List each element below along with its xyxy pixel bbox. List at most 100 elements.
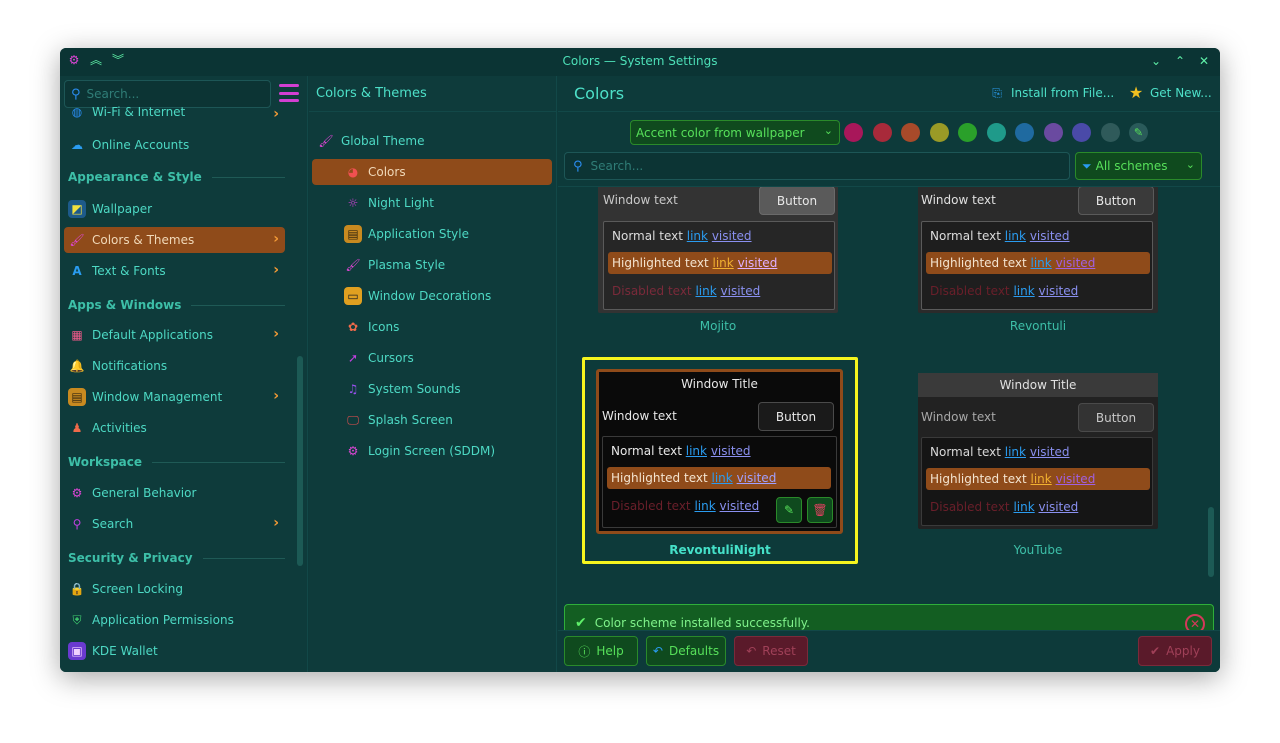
close-icon[interactable]: ✕	[1196, 53, 1212, 69]
edit-scheme-icon[interactable]: ✎	[776, 497, 802, 523]
accent-color-swatch[interactable]	[1015, 123, 1034, 142]
category-item-plasma-style[interactable]: 🖌 Plasma Style	[312, 252, 552, 278]
defaults-button[interactable]: ↶ Defaults	[646, 636, 726, 666]
sidebar-item-colors-themes[interactable]: 🖌 Colors & Themes ›	[64, 227, 285, 253]
maximize-icon[interactable]: ⌃	[1172, 53, 1188, 69]
install-from-file-label: Install from File...	[1011, 86, 1115, 100]
sidebar-item-label: Application Permissions	[92, 613, 234, 627]
hamburger-menu-icon[interactable]	[279, 84, 299, 102]
accent-row: Accent color from wallpaper ⌄ ✎	[558, 112, 1220, 148]
font-icon: A	[72, 264, 82, 278]
delete-scheme-icon[interactable]: 🗑	[807, 497, 833, 523]
music-note-icon: ♫	[347, 382, 359, 396]
category-item-colors[interactable]: ◕ Colors	[312, 159, 552, 185]
chevron-right-icon: ›	[273, 106, 279, 122]
accent-color-swatch[interactable]	[901, 123, 920, 142]
sidebar-item-label: General Behavior	[92, 486, 197, 500]
activities-icon: ♟	[71, 421, 83, 435]
scheme-card-youtube[interactable]: Window Title Window text Button Normal t…	[918, 373, 1158, 563]
get-new-button[interactable]: ★ Get New...	[1127, 84, 1212, 102]
minimize-icon[interactable]: ⌄	[1148, 53, 1164, 69]
sidebar-item-activities[interactable]: ♟ Activities	[64, 415, 285, 441]
sidebar-item-search[interactable]: ⚲ Search ›	[64, 511, 285, 537]
accent-color-swatch[interactable]	[929, 123, 949, 142]
reset-button[interactable]: ↶ Reset	[734, 636, 808, 666]
accent-color-swatch[interactable]	[1072, 123, 1091, 142]
preview-button: Button	[758, 402, 834, 431]
install-from-file-button[interactable]: ⎘ Install from File...	[988, 84, 1114, 102]
category-item-system-sounds[interactable]: ♫ System Sounds	[312, 376, 552, 402]
success-notice-text: Color scheme installed successfully.	[594, 616, 810, 630]
sidebar-item-screen-locking[interactable]: 🔒 Screen Locking	[64, 576, 285, 602]
category-item-label: Colors	[368, 165, 406, 179]
chevron-right-icon: ›	[273, 326, 279, 342]
preview-view: Normal text link visited Highlighted tex…	[602, 436, 837, 528]
wallpaper-icon: ◩	[68, 200, 86, 218]
preview-highlighted-line: Highlighted text link visited	[930, 256, 1096, 270]
scheme-card-revontuli[interactable]: Window text Button Normal text link visi…	[918, 187, 1158, 339]
sidebar-item-general-behavior[interactable]: ⚙ General Behavior	[64, 480, 285, 506]
accent-color-swatch[interactable]	[872, 123, 892, 142]
scheme-name: Mojito	[699, 319, 737, 333]
color-picker-icon[interactable]: ✎	[1129, 123, 1148, 142]
colors-page: Colors ⎘ Install from File... ★ Get New.…	[558, 76, 1220, 672]
accent-color-swatch[interactable]	[986, 123, 1006, 142]
category-item-label: Window Decorations	[368, 289, 492, 303]
sidebar-item-kde-wallet[interactable]: ▣ KDE Wallet	[64, 638, 285, 664]
star-icon: ★	[1128, 83, 1144, 102]
preview-highlighted-line: Highlighted text link visited	[612, 256, 778, 270]
preview-window-title: Window Title	[681, 377, 758, 391]
scheme-filter-select[interactable]: ⏷ All schemes ⌄	[1075, 152, 1202, 180]
category-item-label: Icons	[368, 320, 400, 334]
sidebar-item-window-management[interactable]: ▤ Window Management ›	[64, 384, 285, 410]
preview-view: Normal text link visited Highlighted tex…	[921, 437, 1153, 526]
accent-color-swatch[interactable]	[844, 123, 863, 142]
accent-color-swatch[interactable]	[958, 123, 977, 142]
help-button[interactable]: ⓘ Help	[564, 636, 638, 666]
sidebar-item-online-accounts[interactable]: ☁ Online Accounts	[64, 132, 285, 158]
section-appearance: Appearance & Style	[68, 170, 285, 184]
preview-normal-line: Normal text link visited	[930, 229, 1070, 243]
preview-highlighted-line: Highlighted text link visited	[611, 471, 777, 485]
category-item-cursors[interactable]: ➚ Cursors	[312, 345, 552, 371]
section-security: Security & Privacy	[68, 551, 285, 565]
preview-button: Button	[1078, 403, 1154, 432]
window-icon: ▤	[68, 388, 86, 406]
preview-window-text: Window text	[602, 409, 677, 423]
preview-window-title: Window Title	[918, 373, 1158, 397]
accent-color-select[interactable]: Accent color from wallpaper ⌄	[630, 120, 840, 145]
scheme-search-input[interactable]: ⚲ Search...	[564, 152, 1070, 180]
category-item-global-theme[interactable]: 🖌 Global Theme	[312, 128, 552, 154]
sidebar-item-text-fonts[interactable]: A Text & Fonts ›	[64, 258, 285, 284]
category-item-window-decorations[interactable]: ▭ Window Decorations	[312, 283, 552, 309]
sidebar-item-wallpaper[interactable]: ◩ Wallpaper	[64, 196, 285, 222]
category-item-night-light[interactable]: ☼ Night Light	[312, 190, 552, 216]
page-header: Colors ⎘ Install from File... ★ Get New.…	[558, 76, 1220, 112]
section-label: Apps & Windows	[68, 298, 182, 312]
category-item-splash-screen[interactable]: 🖵 Splash Screen	[312, 407, 552, 433]
sidebar-search-placeholder: Search...	[86, 87, 140, 101]
sidebar-item-notifications[interactable]: 🔔 Notifications	[64, 353, 285, 379]
category-item-login-screen[interactable]: ⚙ Login Screen (SDDM)	[312, 438, 552, 464]
title-bar: ⚙ ︽ ︾ Colors — System Settings ⌄ ⌃ ✕	[60, 48, 1220, 76]
wallet-icon: ▣	[68, 642, 86, 660]
sidebar-item-label: Search	[92, 517, 134, 531]
accent-color-swatch[interactable]	[1043, 123, 1063, 142]
sidebar-item-label: Wallpaper	[92, 202, 153, 216]
accent-color-swatch[interactable]	[1100, 123, 1120, 142]
sidebar-item-label: Default Applications	[92, 328, 213, 342]
apply-button[interactable]: ✔ Apply	[1138, 636, 1212, 666]
sidebar-scrollbar[interactable]	[297, 356, 303, 566]
sidebar-item-wifi[interactable]: ◍ Wi-Fi & Internet ›	[64, 102, 285, 122]
bell-icon: 🔔	[69, 359, 85, 373]
reset-label: Reset	[762, 644, 796, 658]
scheme-card-revontulinight[interactable]: Window Title Window text Button Normal t…	[596, 369, 843, 559]
sidebar-item-app-permissions[interactable]: ⛨ Application Permissions	[64, 607, 285, 633]
scheme-card-mojito[interactable]: Window text Button Normal text link visi…	[598, 187, 838, 339]
scheme-filter-label: All schemes	[1095, 159, 1168, 173]
category-item-app-style[interactable]: ▤ Application Style	[312, 221, 552, 247]
globe-icon: ◍	[71, 105, 83, 119]
category-item-icons[interactable]: ✿ Icons	[312, 314, 552, 340]
scheme-grid-scrollbar[interactable]	[1208, 507, 1214, 577]
sidebar-item-default-apps[interactable]: ▦ Default Applications ›	[64, 322, 285, 348]
